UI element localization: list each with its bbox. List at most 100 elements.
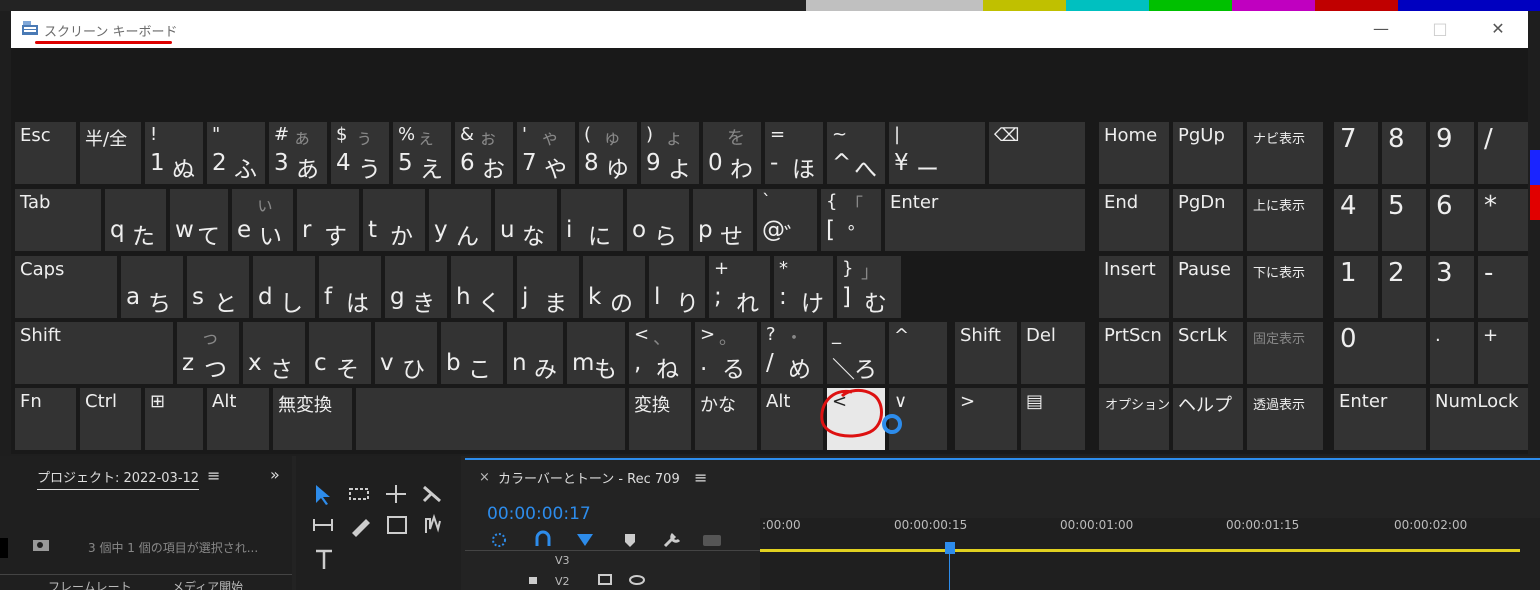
- search-bin-icon[interactable]: [32, 538, 50, 552]
- key-Shift[interactable]: Shift: [955, 322, 1017, 384]
- key-Fn[interactable]: Fn: [15, 388, 76, 450]
- key-;[interactable]: +; れ: [709, 256, 770, 318]
- key-半/全[interactable]: 半/全: [80, 122, 141, 184]
- numpad-plus[interactable]: +: [1478, 322, 1528, 384]
- key-ナビ表示[interactable]: ナビ表示: [1247, 122, 1323, 184]
- key-End[interactable]: End: [1099, 189, 1169, 251]
- timeline-menu-icon[interactable]: ≡: [694, 468, 707, 487]
- key-i[interactable]: iに: [561, 189, 623, 251]
- project-menu-icon[interactable]: ≡: [207, 466, 220, 485]
- key-▤[interactable]: ▤: [1021, 388, 1085, 450]
- key-g[interactable]: gき: [385, 256, 447, 318]
- key-固定表示[interactable]: 固定表示: [1247, 322, 1323, 384]
- key-[[interactable]: {「 [゜: [821, 189, 881, 251]
- key-@[interactable]: ` @ ゛: [757, 189, 817, 251]
- key-Alt[interactable]: Alt: [207, 388, 269, 450]
- numpad--[interactable]: -: [1478, 256, 1528, 318]
- key-Insert[interactable]: Insert: [1099, 256, 1169, 318]
- key-m[interactable]: mも: [567, 322, 625, 384]
- key-変換[interactable]: 変換: [629, 388, 691, 450]
- key-6[interactable]: & ぉ 6 お: [455, 122, 513, 184]
- key-PrtScn[interactable]: PrtScn: [1099, 322, 1169, 384]
- project-tab[interactable]: プロジェクト: 2022-03-12: [37, 467, 200, 490]
- key-Esc[interactable]: Esc: [15, 122, 76, 184]
- key-f[interactable]: fは: [319, 256, 381, 318]
- key-透過表示[interactable]: 透過表示: [1247, 388, 1323, 450]
- numpad-3[interactable]: 3: [1430, 256, 1474, 318]
- key-＼[interactable]: _ ＼ ろ: [827, 322, 885, 384]
- key-7[interactable]: ' ゃ 7 や: [517, 122, 575, 184]
- playhead[interactable]: [945, 542, 955, 554]
- key-e[interactable]: ぃeい: [232, 189, 293, 251]
- timecode-display[interactable]: 00:00:00:17: [487, 504, 591, 524]
- numpad-dot[interactable]: .: [1430, 322, 1474, 384]
- key-かな[interactable]: かな: [695, 388, 757, 450]
- key-Enter[interactable]: Enter: [885, 189, 1085, 251]
- key-h[interactable]: hく: [451, 256, 513, 318]
- key-j[interactable]: jま: [517, 256, 579, 318]
- key-Home[interactable]: Home: [1099, 122, 1169, 184]
- key-a[interactable]: aち: [121, 256, 183, 318]
- key-o[interactable]: oら: [627, 189, 689, 251]
- numpad-1[interactable]: 1: [1334, 256, 1378, 318]
- key-t[interactable]: tか: [363, 189, 425, 251]
- key-z[interactable]: っzつ: [177, 322, 239, 384]
- work-area-bar[interactable]: [760, 549, 1520, 552]
- numpad-7[interactable]: 7: [1334, 122, 1378, 184]
- key-k[interactable]: kの: [583, 256, 645, 318]
- key-,[interactable]: <、, ね: [629, 322, 691, 384]
- minimize-button[interactable]: —: [1366, 19, 1396, 39]
- key-d[interactable]: dし: [253, 256, 315, 318]
- key-s[interactable]: sと: [187, 256, 249, 318]
- maximize-button[interactable]: □: [1425, 19, 1455, 39]
- key-4[interactable]: $ ぅ 4 う: [331, 122, 389, 184]
- key-5[interactable]: % ぇ 5 え: [393, 122, 451, 184]
- expand-icon[interactable]: »: [270, 465, 280, 484]
- key-x[interactable]: xさ: [243, 322, 305, 384]
- key-ヘルプ[interactable]: ヘルプ: [1173, 388, 1243, 450]
- sequence-tab[interactable]: カラーバーとトーン - Rec 709: [498, 468, 680, 487]
- key-Tab[interactable]: Tab: [15, 189, 101, 251]
- key-3[interactable]: # ぁ 3 あ: [269, 122, 327, 184]
- numpad-4[interactable]: 4: [1334, 189, 1378, 251]
- key-:[interactable]: *: け: [774, 256, 833, 318]
- numpad-2[interactable]: 2: [1382, 256, 1426, 318]
- key--[interactable]: = - ほ: [765, 122, 823, 184]
- key-¥[interactable]: | ¥ ー: [889, 122, 985, 184]
- key-2[interactable]: " 2 ふ: [207, 122, 265, 184]
- numlock-key[interactable]: NumLock: [1430, 388, 1528, 450]
- numpad-8[interactable]: 8: [1382, 122, 1426, 184]
- key-w[interactable]: wて: [170, 189, 228, 251]
- numpad-*[interactable]: *: [1478, 189, 1528, 251]
- key-p[interactable]: pせ: [693, 189, 753, 251]
- close-button[interactable]: ✕: [1483, 19, 1513, 39]
- key-⌫[interactable]: ⌫: [989, 122, 1085, 184]
- key-][interactable]: } 」] む: [837, 256, 901, 318]
- key-l[interactable]: lり: [649, 256, 705, 318]
- key-u[interactable]: uな: [495, 189, 557, 251]
- key-ScrLk[interactable]: ScrLk: [1173, 322, 1243, 384]
- key-v[interactable]: vひ: [375, 322, 437, 384]
- key-^[interactable]: ~ ^ へ: [827, 122, 885, 184]
- key-無変換[interactable]: 無変換: [273, 388, 352, 450]
- key-/[interactable]: ? ・ / め: [761, 322, 823, 384]
- numpad-enter[interactable]: Enter: [1334, 388, 1426, 450]
- timeline-ruler[interactable]: :00:00 00:00:00:15 00:00:01:00 00:00:01:…: [760, 518, 1540, 590]
- numpad-0[interactable]: 0: [1334, 322, 1426, 384]
- key-Shift[interactable]: Shift: [15, 322, 173, 384]
- key-上に表示[interactable]: 上に表示: [1247, 189, 1323, 251]
- key-PgDn[interactable]: PgDn: [1173, 189, 1243, 251]
- key-Ctrl[interactable]: Ctrl: [80, 388, 141, 450]
- key-9[interactable]: ) ょ 9 よ: [641, 122, 699, 184]
- key-r[interactable]: rす: [297, 189, 359, 251]
- title-bar[interactable]: スクリーン キーボード — □ ✕: [11, 11, 1528, 48]
- col-media-start[interactable]: メディア開始: [172, 578, 243, 590]
- key-y[interactable]: yん: [429, 189, 491, 251]
- timeline-close[interactable]: ×: [479, 470, 490, 485]
- key-c[interactable]: cそ: [309, 322, 371, 384]
- numpad-5[interactable]: 5: [1382, 189, 1426, 251]
- key-.[interactable]: >。. る: [695, 322, 757, 384]
- key-下に表示[interactable]: 下に表示: [1247, 256, 1323, 318]
- key-space[interactable]: [356, 388, 625, 450]
- key-⊞[interactable]: ⊞: [145, 388, 203, 450]
